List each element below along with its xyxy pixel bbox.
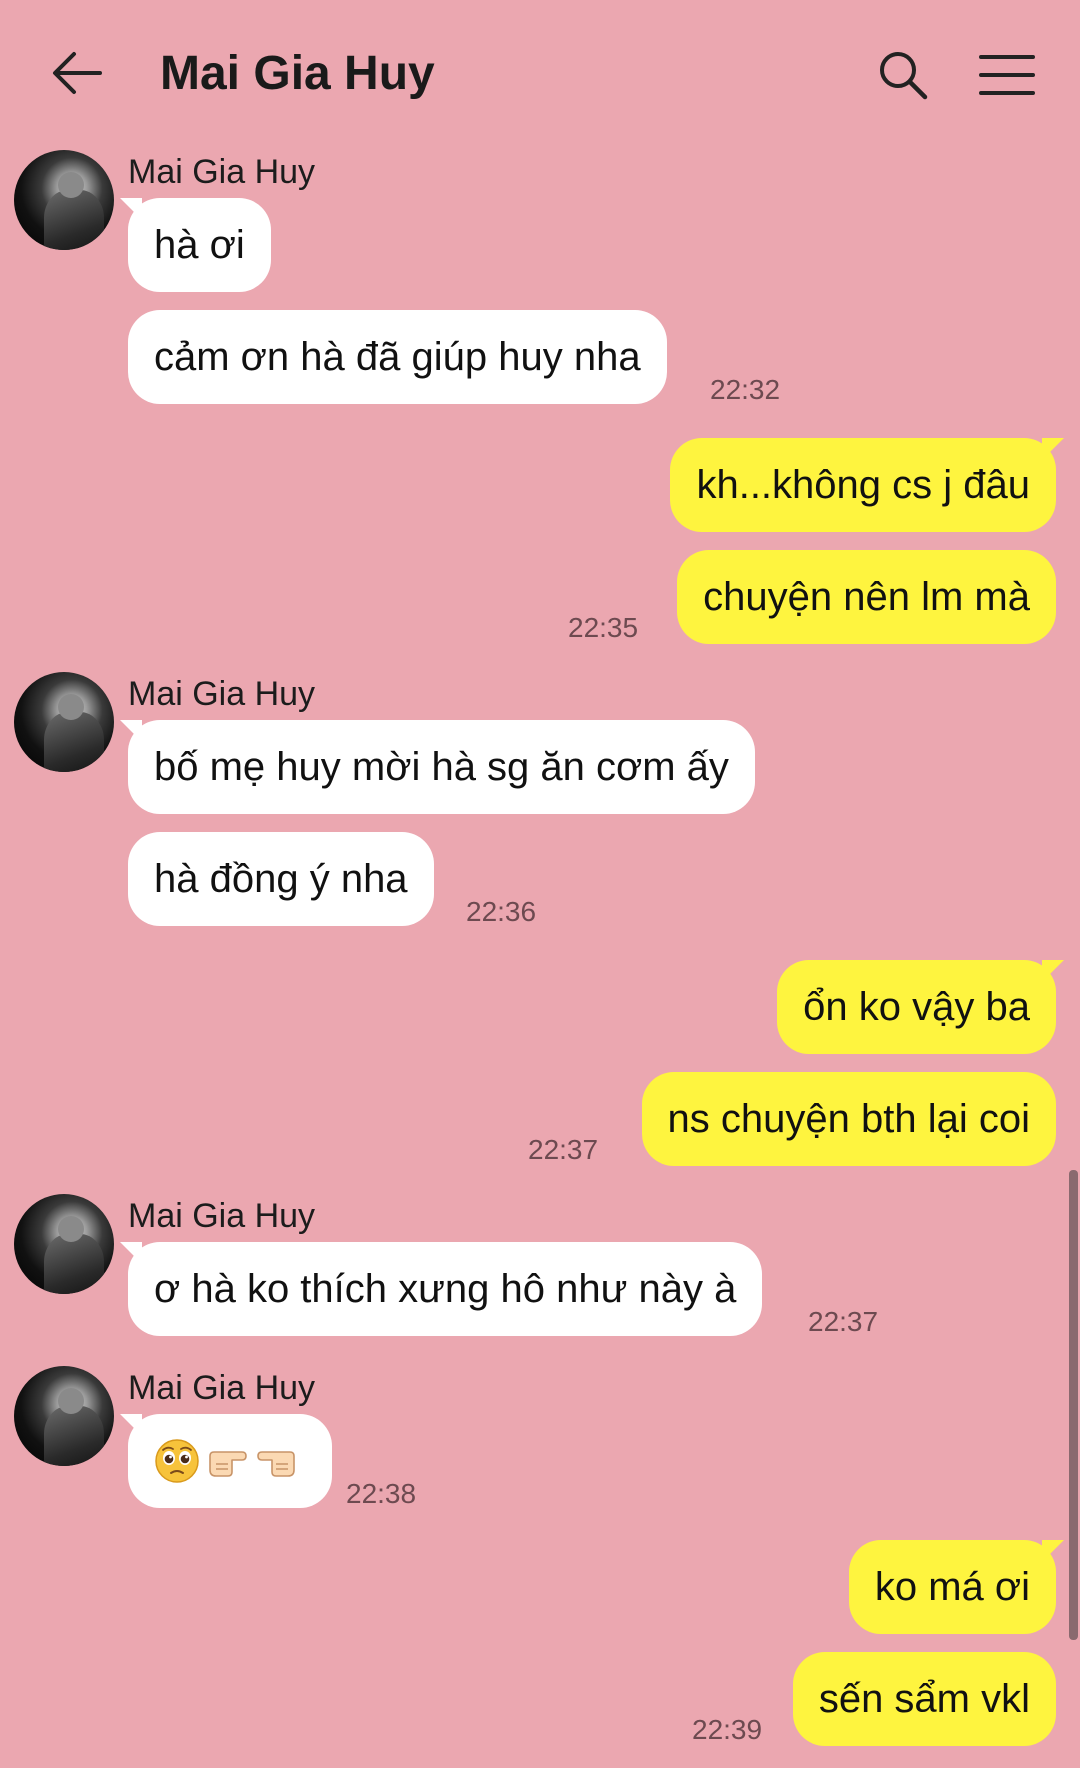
message-bubble-incoming[interactable] (120, 1414, 332, 1508)
avatar[interactable] (14, 150, 114, 250)
menu-button[interactable] (976, 44, 1038, 106)
message-bubble-incoming[interactable]: cảm ơn hà đã giúp huy nha (128, 310, 667, 404)
page-title: Mai Gia Huy (160, 47, 435, 100)
message-bubble-outgoing[interactable]: sến sẩm vkl (792, 1652, 1056, 1746)
arrow-left-icon (53, 52, 102, 94)
pointing-left-hand-emoji (257, 1451, 295, 1477)
back-button[interactable] (44, 40, 110, 106)
avatar[interactable] (14, 1366, 114, 1466)
hamburger-menu-icon (979, 55, 1035, 95)
sender-name: Mai Gia Huy (128, 675, 316, 713)
message-timestamp: 22:39 (692, 1714, 763, 1745)
message-timestamp: 22:35 (568, 612, 639, 643)
message-timestamp: 22:32 (710, 374, 781, 405)
search-icon (880, 52, 928, 100)
message-bubble-outgoing[interactable]: ko má ơi (848, 1540, 1065, 1634)
message-timestamp: 22:38 (346, 1478, 417, 1509)
pleading-face-emoji (155, 1439, 199, 1483)
scrollbar[interactable] (1069, 1170, 1078, 1640)
message-bubble-outgoing[interactable]: kh...không cs j đâu (670, 438, 1064, 532)
avatar[interactable] (14, 1194, 114, 1294)
sender-name: Mai Gia Huy (128, 1369, 316, 1407)
message-bubble-outgoing[interactable]: ổn ko vậy ba (777, 960, 1064, 1054)
message-timestamp: 22:37 (808, 1306, 879, 1337)
message-bubble-outgoing[interactable]: chuyện nên lm mà (677, 550, 1056, 644)
message-timestamp: 22:36 (466, 896, 537, 927)
sender-name: Mai Gia Huy (128, 1197, 316, 1235)
message-bubble-outgoing[interactable]: ns chuyện bth lại coi (641, 1072, 1056, 1166)
message-timestamp: 22:37 (528, 1134, 599, 1165)
chat-header: Mai Gia Huy (0, 0, 1080, 150)
sender-name: Mai Gia Huy (128, 153, 316, 191)
message-bubble-incoming[interactable]: ơ hà ko thích xưng hô như này à (119, 1242, 763, 1336)
message-bubble-incoming[interactable]: hà ơi (120, 198, 271, 292)
pointing-right-hand-emoji (209, 1451, 247, 1477)
emoji-row (154, 1414, 306, 1508)
avatar[interactable] (14, 672, 114, 772)
search-button[interactable] (872, 44, 934, 106)
message-bubble-incoming[interactable]: hà đồng ý nha (128, 832, 434, 926)
message-bubble-incoming[interactable]: bố mẹ huy mời hà sg ăn cơm ấy (120, 720, 755, 814)
